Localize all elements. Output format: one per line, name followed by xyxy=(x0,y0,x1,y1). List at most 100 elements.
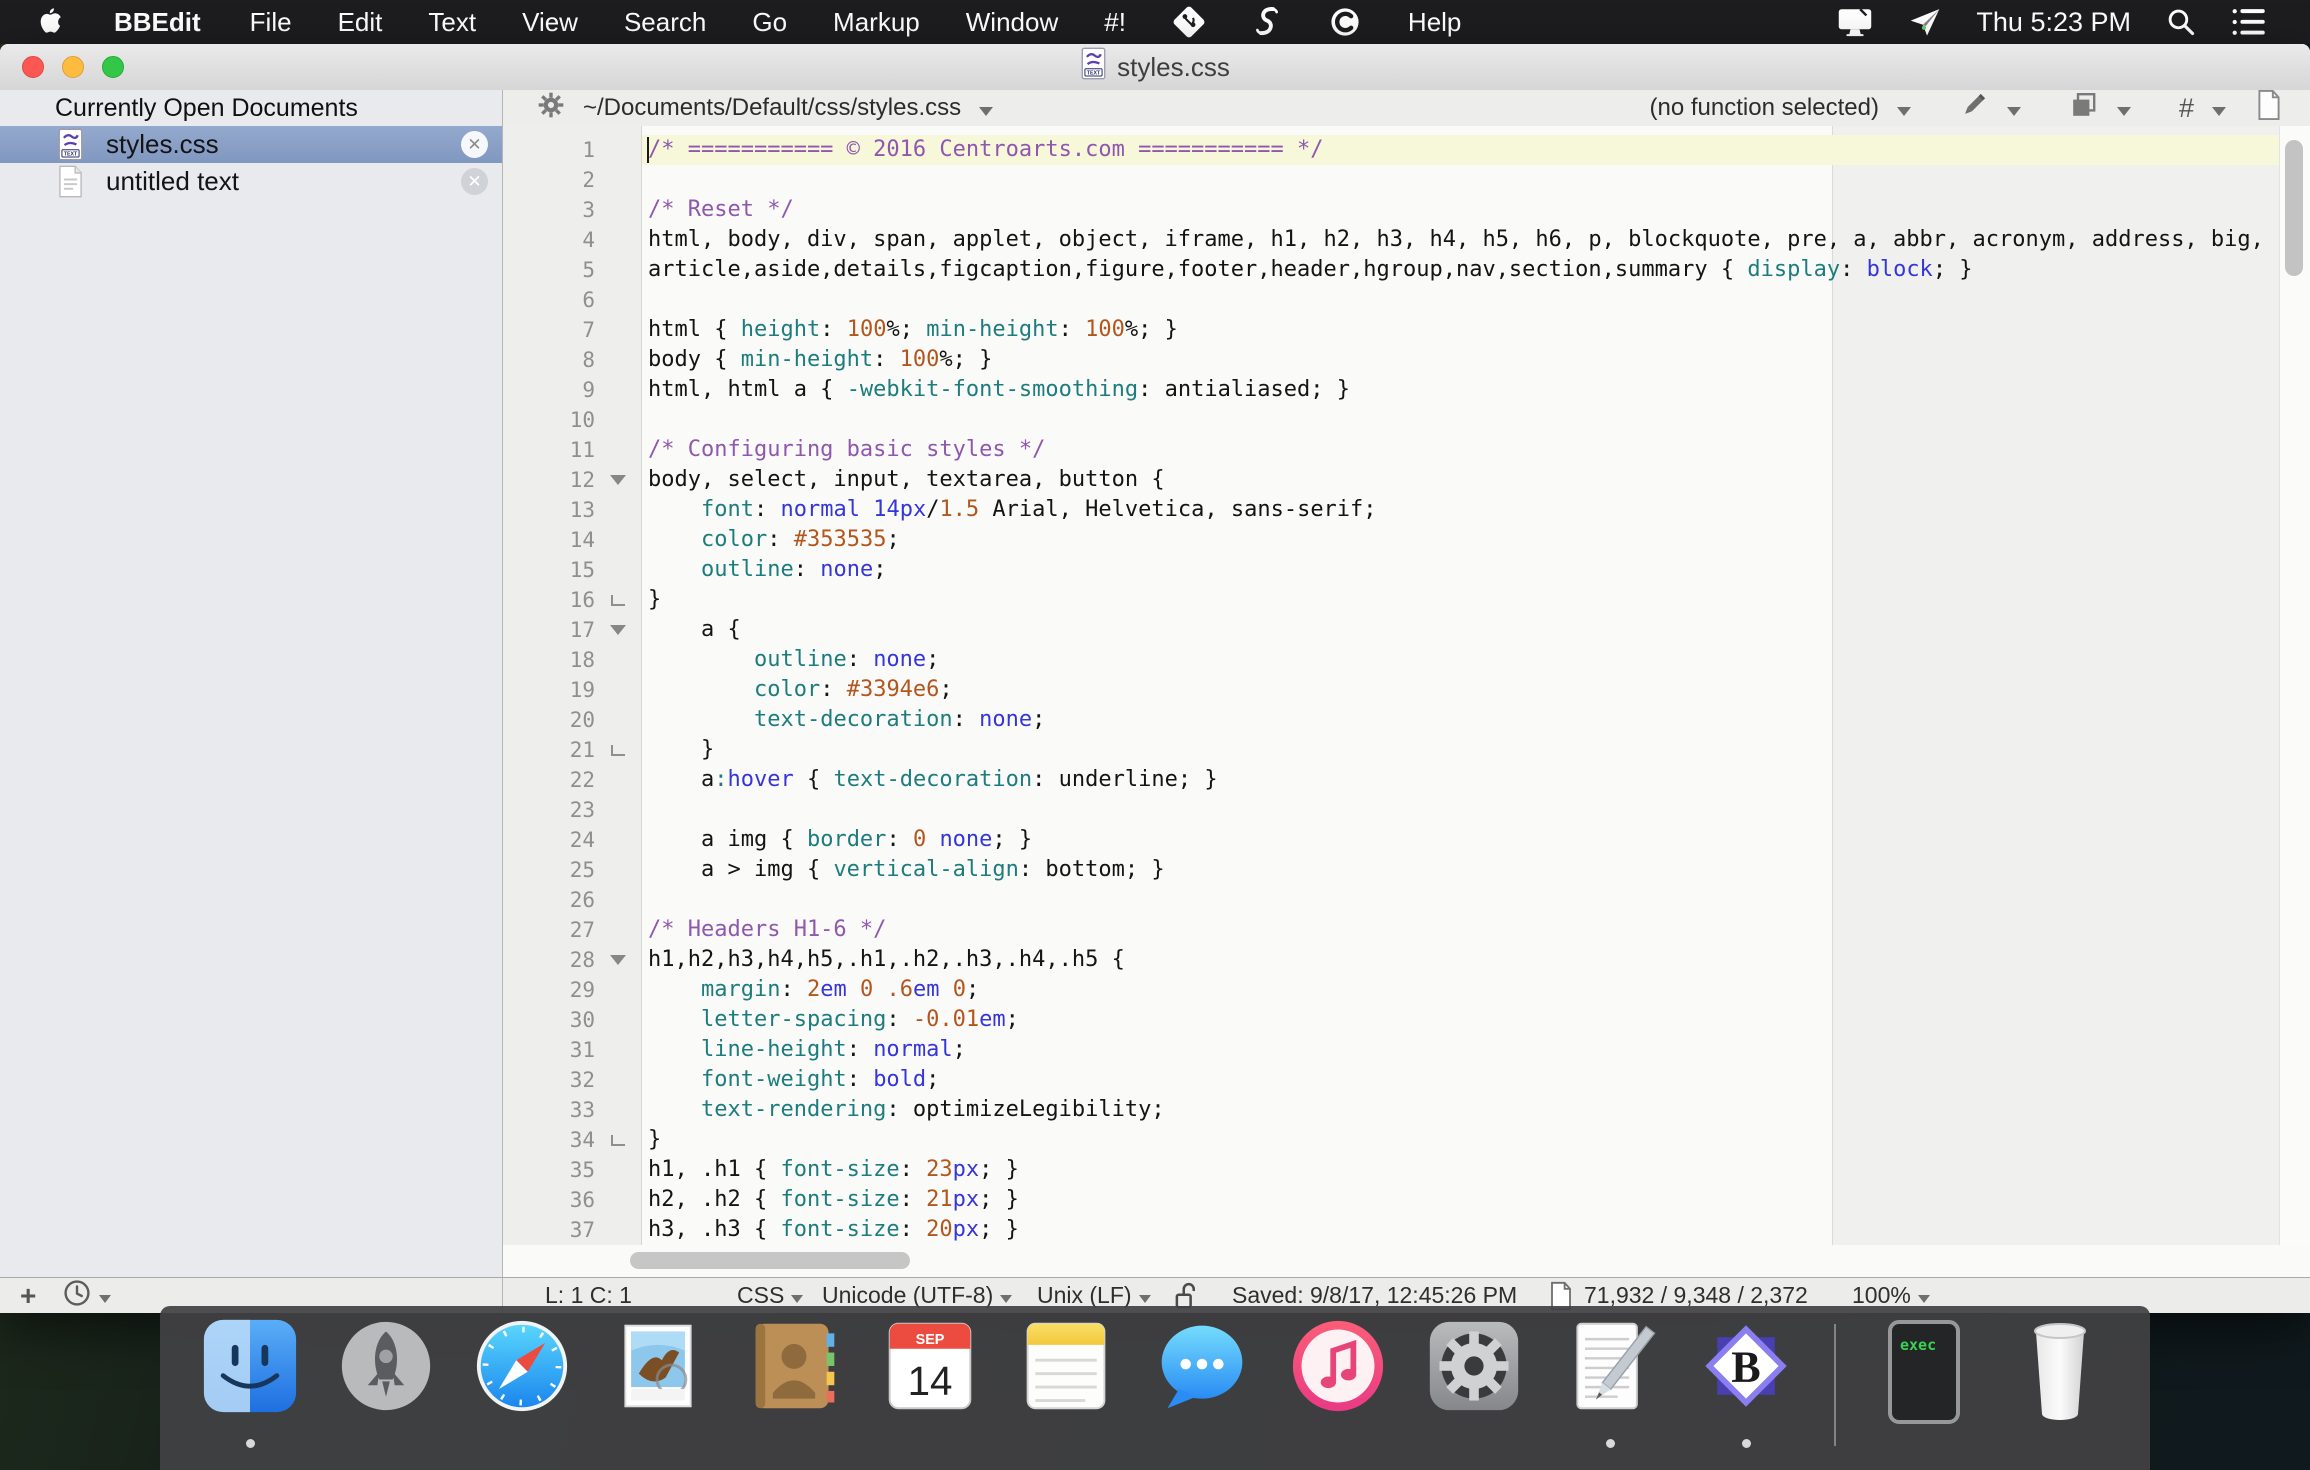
menu-help[interactable]: Help xyxy=(1385,0,1484,44)
documents-menu[interactable] xyxy=(2069,90,2131,127)
code-line[interactable]: outline: none; xyxy=(642,645,2280,675)
code-editor[interactable]: 1234567891011121314151617181920212223242… xyxy=(503,126,2310,1245)
contacts-dock-item[interactable] xyxy=(744,1318,844,1454)
code-segment: ; } xyxy=(1933,257,1973,282)
fold-open-icon[interactable] xyxy=(610,475,626,485)
menu-go[interactable]: Go xyxy=(729,0,810,44)
code-line[interactable]: html { height: 100%; min-height: 100%; } xyxy=(642,315,2280,345)
app-menu-bbedit[interactable]: BBEdit xyxy=(88,0,227,44)
new-document-button[interactable] xyxy=(2256,89,2282,128)
menu-applescript[interactable] xyxy=(1229,0,1305,44)
system-preferences-dock-item[interactable] xyxy=(1424,1318,1524,1454)
code-line[interactable]: /* =========== © 2016 Centroarts.com ===… xyxy=(642,135,2280,165)
code-line[interactable]: text-rendering: optimizeLegibility; xyxy=(642,1095,2280,1125)
calendar-dock-item[interactable]: SEP 14 xyxy=(880,1318,980,1454)
gutter-row: 4 xyxy=(503,225,641,255)
proxy-icon-slot[interactable]: TEXT xyxy=(1080,47,1107,87)
code-line[interactable]: font: normal 14px/1.5 Arial, Helvetica, … xyxy=(642,495,2280,525)
code-line[interactable]: } xyxy=(642,1125,2280,1155)
code-line[interactable]: h1, .h1 { font-size: 23px; } xyxy=(642,1155,2280,1185)
code-line[interactable]: body { min-height: 100%; } xyxy=(642,345,2280,375)
code-line[interactable] xyxy=(642,885,2280,915)
horizontal-scrollbar[interactable] xyxy=(503,1245,2310,1277)
horizontal-scrollbar-thumb[interactable] xyxy=(630,1252,910,1269)
mail-dock-item[interactable] xyxy=(608,1318,708,1454)
code-line[interactable]: a > img { vertical-align: bottom; } xyxy=(642,855,2280,885)
menu-edit[interactable]: Edit xyxy=(315,0,406,44)
marker-menu[interactable] xyxy=(1959,90,2021,127)
code-segment: : xyxy=(886,827,913,852)
close-document-button[interactable]: ✕ xyxy=(461,168,488,195)
code-line[interactable]: font-weight: bold; xyxy=(642,1065,2280,1095)
code-line[interactable]: } xyxy=(642,585,2280,615)
code-line[interactable]: html, body, div, span, applet, object, i… xyxy=(642,225,2280,255)
fold-open-icon[interactable] xyxy=(610,955,626,965)
code-line[interactable]: h3, .h3 { font-size: 20px; } xyxy=(642,1215,2280,1245)
code-line[interactable] xyxy=(642,165,2280,195)
code-line[interactable]: } xyxy=(642,735,2280,765)
code-line[interactable]: article,aside,details,figcaption,figure,… xyxy=(642,255,2280,285)
gear-menu-slot[interactable] xyxy=(537,91,565,126)
document-styles-css[interactable]: TEXT styles.css✕ xyxy=(0,126,502,163)
code-line[interactable] xyxy=(642,285,2280,315)
launchpad-dock-item[interactable] xyxy=(336,1318,436,1454)
code-line[interactable]: /* Headers H1-6 */ xyxy=(642,915,2280,945)
code-line[interactable]: outline: none; xyxy=(642,555,2280,585)
bbedit-dock-item[interactable]: B xyxy=(1696,1318,1796,1454)
menu-c-circle[interactable] xyxy=(1305,0,1385,44)
code-line[interactable]: margin: 2em 0 .6em 0; xyxy=(642,975,2280,1005)
plane-menu-extra[interactable] xyxy=(1891,0,1959,44)
code-line[interactable]: h1,h2,h3,h4,h5,.h1,.h2,.h3,.h4,.h5 { xyxy=(642,945,2280,975)
notification-center-extra[interactable] xyxy=(2214,0,2284,44)
add-document-button[interactable]: + xyxy=(20,1278,36,1313)
code-line[interactable]: /* Reset */ xyxy=(642,195,2280,225)
code-line[interactable]: text-decoration: none; xyxy=(642,705,2280,735)
menu-shebang[interactable]: #! xyxy=(1081,0,1149,44)
file-path-dropdown[interactable]: ~/Documents/Default/css/styles.css xyxy=(583,94,993,122)
code-line[interactable]: h2, .h2 { font-size: 21px; } xyxy=(642,1185,2280,1215)
finder-dock-item[interactable] xyxy=(200,1318,300,1454)
apple-menu[interactable] xyxy=(0,0,88,44)
menu-text[interactable]: Text xyxy=(405,0,499,44)
vertical-scrollbar-thumb[interactable] xyxy=(2285,140,2303,276)
code-segment xyxy=(648,1007,701,1032)
fold-open-icon[interactable] xyxy=(610,625,626,635)
safari-dock-item[interactable] xyxy=(472,1318,572,1454)
menu-clock[interactable]: Thu 5:23 PM xyxy=(1959,0,2148,44)
code-line[interactable]: a img { border: 0 none; } xyxy=(642,825,2280,855)
document-untitled-text[interactable]: untitled text✕ xyxy=(0,163,502,200)
itunes-dock-item[interactable] xyxy=(1288,1318,1388,1454)
spotlight-menu-extra[interactable] xyxy=(2148,0,2214,44)
menu-view[interactable]: View xyxy=(499,0,601,44)
code-line[interactable]: color: #353535; xyxy=(642,525,2280,555)
code-line[interactable]: line-height: normal; xyxy=(642,1035,2280,1065)
code-segment: px xyxy=(953,1157,980,1182)
code-line[interactable]: a { xyxy=(642,615,2280,645)
title-bar[interactable]: TEXT styles.css xyxy=(0,44,2310,91)
messages-dock-item[interactable] xyxy=(1152,1318,1252,1454)
code-line[interactable] xyxy=(642,795,2280,825)
code-line[interactable] xyxy=(642,405,2280,435)
counterparts-menu[interactable]: # xyxy=(2179,93,2226,124)
notes-dock-item[interactable] xyxy=(1016,1318,1116,1454)
code-line[interactable]: body, select, input, textarea, button { xyxy=(642,465,2280,495)
code-line[interactable]: letter-spacing: -0.01em; xyxy=(642,1005,2280,1035)
menu-git[interactable] xyxy=(1149,0,1229,44)
menu-file[interactable]: File xyxy=(227,0,315,44)
textedit-dock-item[interactable] xyxy=(1560,1318,1660,1454)
menu-window[interactable]: Window xyxy=(943,0,1081,44)
code-line[interactable]: a:hover { text-decoration: underline; } xyxy=(642,765,2280,795)
code-line[interactable]: /* Configuring basic styles */ xyxy=(642,435,2280,465)
menu-markup[interactable]: Markup xyxy=(810,0,943,44)
function-popup[interactable]: (no function selected) xyxy=(1650,94,1911,122)
recent-documents-menu[interactable] xyxy=(62,1278,111,1313)
code-line[interactable]: html, html a { -webkit-font-smoothing: a… xyxy=(642,375,2280,405)
display-menu-extra[interactable] xyxy=(1819,0,1891,44)
exec-script-dock-item[interactable]: exec xyxy=(1874,1318,1974,1454)
code-line[interactable]: color: #3394e6; xyxy=(642,675,2280,705)
code-segment: font-size xyxy=(780,1187,899,1212)
close-document-button[interactable]: ✕ xyxy=(461,131,488,158)
menu-search[interactable]: Search xyxy=(601,0,729,44)
vertical-scrollbar[interactable] xyxy=(2279,126,2310,1245)
trash-dock-item[interactable] xyxy=(2010,1318,2110,1454)
